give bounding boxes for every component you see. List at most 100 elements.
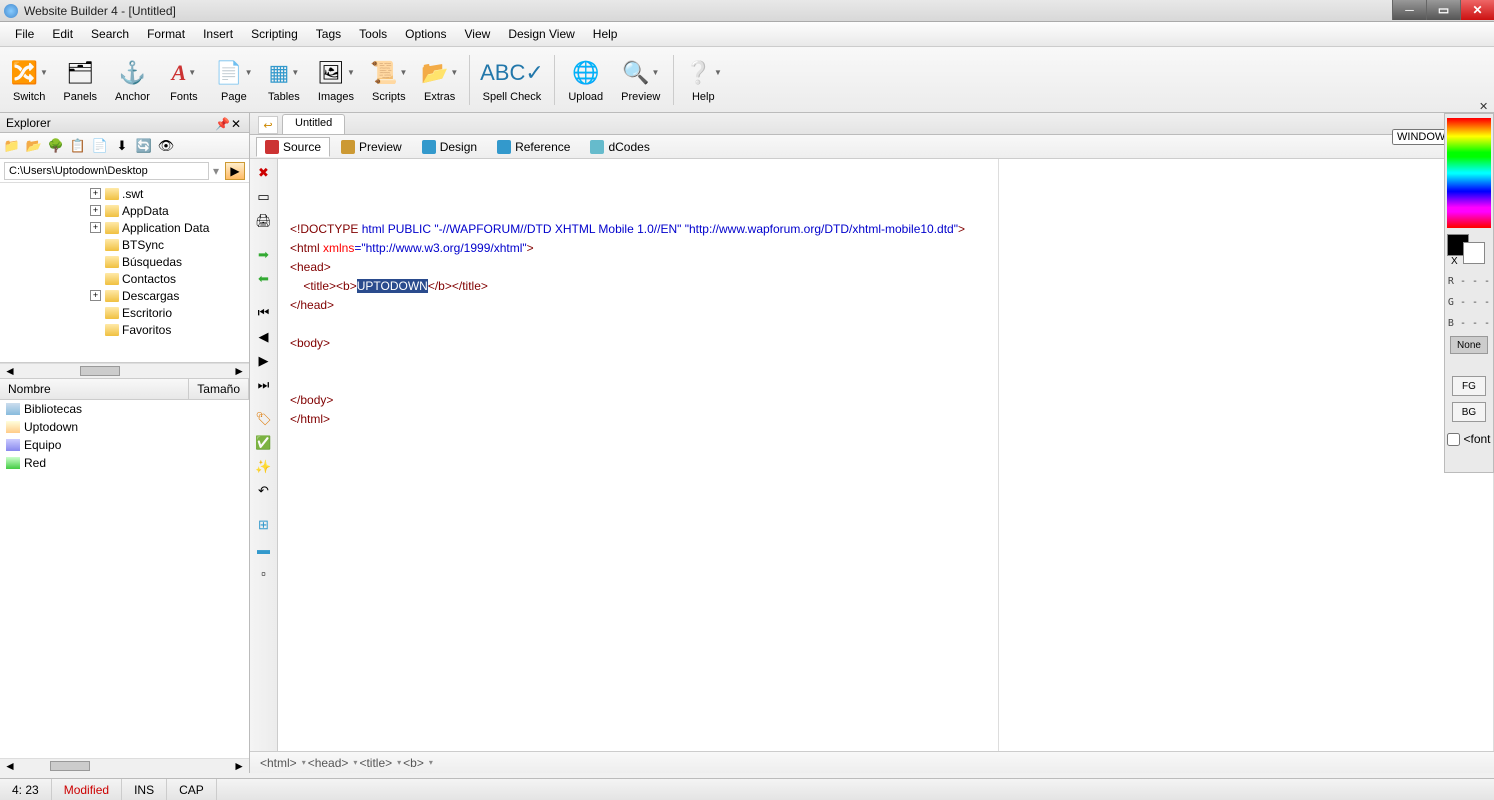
menu-tags[interactable]: Tags xyxy=(307,24,350,44)
menu-file[interactable]: File xyxy=(6,24,43,44)
download-icon[interactable]: ⬇ xyxy=(112,136,132,156)
cancel-icon[interactable]: ✖ xyxy=(254,163,274,183)
menu-tools[interactable]: Tools xyxy=(350,24,396,44)
go-next-icon[interactable]: ▶ xyxy=(254,351,274,371)
copy-icon[interactable]: 📋 xyxy=(68,136,88,156)
b-value: B - - - xyxy=(1448,317,1490,330)
tree-node[interactable]: Búsquedas xyxy=(0,253,249,270)
titlebar: Website Builder 4 - [Untitled] ─ ▭ ✕ xyxy=(0,0,1494,22)
viewtab-design[interactable]: Design xyxy=(413,137,486,157)
refresh-icon[interactable]: 🔄 xyxy=(134,136,154,156)
toolbar-extras-button[interactable]: 📂▼Extras xyxy=(415,50,465,110)
cap-indicator: CAP xyxy=(167,779,217,800)
close-button[interactable]: ✕ xyxy=(1460,0,1494,20)
toolbar-switch-button[interactable]: 🔀▼Switch xyxy=(4,50,54,110)
menu-options[interactable]: Options xyxy=(396,24,455,44)
go-last-icon[interactable]: ⏭ xyxy=(254,375,274,395)
go-prev-icon[interactable]: ◀ xyxy=(254,327,274,347)
toolbar-anchor-button[interactable]: ⚓Anchor xyxy=(106,50,159,110)
menu-edit[interactable]: Edit xyxy=(43,24,82,44)
swatch-white[interactable] xyxy=(1463,242,1485,264)
nav-back-icon[interactable]: ↩ xyxy=(258,116,278,134)
toolbar-panels-button[interactable]: 🗂Panels xyxy=(54,50,106,110)
color-picker[interactable] xyxy=(1447,118,1491,228)
row-icon[interactable]: ▬ xyxy=(254,539,274,559)
folder-tree[interactable]: +.swt+AppData+Application DataBTSyncBúsq… xyxy=(0,183,249,363)
viewtab-source[interactable]: Source xyxy=(256,137,330,157)
fg-button[interactable]: FG xyxy=(1452,376,1486,396)
close-color-icon[interactable]: ✕ xyxy=(1479,100,1491,112)
bg-button[interactable]: BG xyxy=(1452,402,1486,422)
go-button[interactable]: ▶ xyxy=(225,162,245,180)
breadcrumb-item[interactable]: <html> xyxy=(260,756,297,770)
tree-node[interactable]: +Descargas xyxy=(0,287,249,304)
toolbar-images-button[interactable]: 🖼▼Images xyxy=(309,50,363,110)
folder-icon[interactable]: 📁 xyxy=(2,136,22,156)
window-icon[interactable]: ▭ xyxy=(254,187,274,207)
tree-node[interactable]: Contactos xyxy=(0,270,249,287)
files-scrollbar[interactable]: ◄► xyxy=(0,758,249,773)
view-icon[interactable]: 👁 xyxy=(156,136,176,156)
toolbar-scripts-button[interactable]: 📜▼Scripts xyxy=(363,50,415,110)
indent-right-icon[interactable]: ➡ xyxy=(254,245,274,265)
dropdown-icon[interactable]: ▾ xyxy=(213,164,219,178)
code-editor[interactable]: <!DOCTYPE html PUBLIC "-//WAPFORUM//DTD … xyxy=(278,159,1494,751)
tree-node[interactable]: +AppData xyxy=(0,202,249,219)
viewtab-dcodes[interactable]: dCodes xyxy=(581,137,658,157)
tree-node[interactable]: BTSync xyxy=(0,236,249,253)
menu-insert[interactable]: Insert xyxy=(194,24,242,44)
print-icon[interactable]: 🖨 xyxy=(254,211,274,231)
col-size[interactable]: Tamaño xyxy=(189,379,249,399)
menu-scripting[interactable]: Scripting xyxy=(242,24,307,44)
indent-left-icon[interactable]: ⬅ xyxy=(254,269,274,289)
maximize-button[interactable]: ▭ xyxy=(1426,0,1460,20)
go-first-icon[interactable]: ⏮ xyxy=(254,303,274,323)
new-folder-icon[interactable]: 📂 xyxy=(24,136,44,156)
toolbar-upload-button[interactable]: 🌐Upload xyxy=(559,50,612,110)
breadcrumb-item[interactable]: <b> xyxy=(403,756,424,770)
menu-view[interactable]: View xyxy=(456,24,500,44)
files-list[interactable]: BibliotecasUptodownEquipoRed xyxy=(0,400,249,758)
tree-icon[interactable]: 🌳 xyxy=(46,136,66,156)
breadcrumb-item[interactable]: <title> xyxy=(359,756,392,770)
tree-scrollbar[interactable]: ◄► xyxy=(0,363,249,378)
file-item[interactable]: Equipo xyxy=(0,436,249,454)
tree-node[interactable]: Escritorio xyxy=(0,304,249,321)
font-checkbox[interactable]: <font xyxy=(1447,432,1490,446)
viewtab-preview[interactable]: Preview xyxy=(332,137,411,157)
breadcrumb-item[interactable]: <head> xyxy=(308,756,349,770)
menu-designview[interactable]: Design View xyxy=(499,24,583,44)
menu-format[interactable]: Format xyxy=(138,24,194,44)
col-name[interactable]: Nombre xyxy=(0,379,189,399)
toolbar-fonts-button[interactable]: A▼Fonts xyxy=(159,50,209,110)
pin-icon[interactable]: 📌 xyxy=(215,117,227,129)
dot-icon[interactable]: ▫ xyxy=(254,563,274,583)
wand-icon[interactable]: ✨ xyxy=(254,457,274,477)
file-item[interactable]: Red xyxy=(0,454,249,472)
tree-node[interactable]: Favoritos xyxy=(0,321,249,338)
paste-icon[interactable]: 📄 xyxy=(90,136,110,156)
menubar: File Edit Search Format Insert Scripting… xyxy=(0,22,1494,47)
toolbar-spell-check-button[interactable]: ABC✓Spell Check xyxy=(474,50,551,110)
file-item[interactable]: Bibliotecas xyxy=(0,400,249,418)
tag-add-icon[interactable]: 🏷 xyxy=(254,409,274,429)
minimize-button[interactable]: ─ xyxy=(1392,0,1426,20)
menu-help[interactable]: Help xyxy=(584,24,627,44)
window-title: Website Builder 4 - [Untitled] xyxy=(24,4,1490,18)
layout-icon[interactable]: ⊞ xyxy=(254,515,274,535)
toolbar-tables-button[interactable]: ▦▼Tables xyxy=(259,50,309,110)
close-panel-icon[interactable]: ✕ xyxy=(231,117,243,129)
none-button[interactable]: None xyxy=(1450,336,1488,354)
path-input[interactable] xyxy=(4,162,209,180)
undo-icon[interactable]: ↶ xyxy=(254,481,274,501)
menu-search[interactable]: Search xyxy=(82,24,138,44)
toolbar-help-button[interactable]: ❔▼Help xyxy=(678,50,728,110)
toolbar-preview-button[interactable]: 🔍▼Preview xyxy=(612,50,669,110)
tree-node[interactable]: +.swt xyxy=(0,185,249,202)
viewtab-reference[interactable]: Reference xyxy=(488,137,579,157)
toolbar-page-button[interactable]: 📄▼Page xyxy=(209,50,259,110)
document-tab[interactable]: Untitled xyxy=(282,114,345,134)
tag-check-icon[interactable]: ✅ xyxy=(254,433,274,453)
tree-node[interactable]: +Application Data xyxy=(0,219,249,236)
file-item[interactable]: Uptodown xyxy=(0,418,249,436)
